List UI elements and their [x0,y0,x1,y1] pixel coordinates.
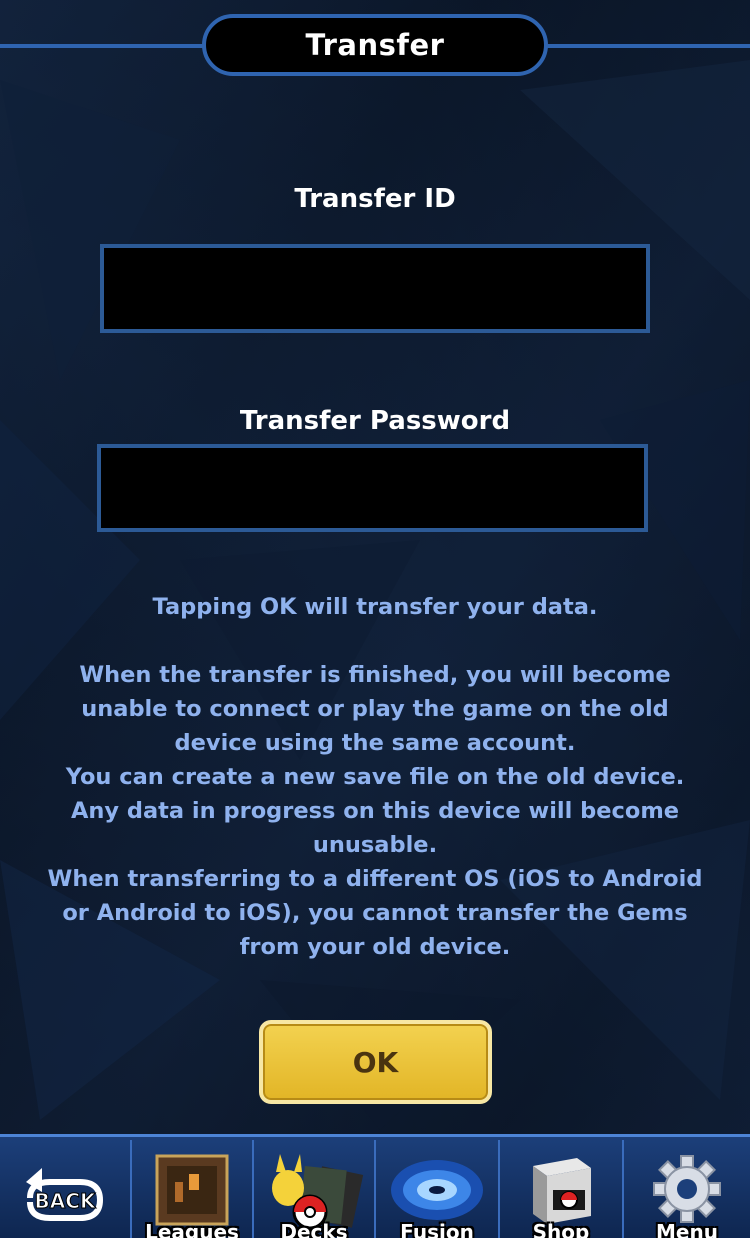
decks-icon [272,1154,364,1230]
nav-fusion-label: Fusion [400,1220,474,1238]
back-label: BACK [35,1189,97,1213]
info-text: Tapping OK will transfer your data. [152,594,598,620]
nav-decks-label: Decks [280,1220,348,1238]
nav-leagues-label: Leagues [145,1220,239,1238]
page-title: Transfer [202,14,548,76]
nav-decks-tab[interactable]: Decks [252,1140,374,1238]
transfer-id-label: Transfer ID [294,184,456,214]
transfer-password-field[interactable] [97,444,648,532]
info-text: When the transfer is finished, you will … [79,662,671,688]
ok-button[interactable]: OK [259,1020,492,1104]
header-rule-left [0,44,206,48]
back-arrow-icon: BACK [26,1168,104,1221]
info-text: from your old device. [239,934,511,960]
transfer-password-label: Transfer Password [239,406,511,436]
nav-menu-label: Menu [656,1220,718,1238]
transfer-id-field[interactable] [100,244,650,333]
nav-shop-tab[interactable]: Shop [498,1140,622,1238]
fusion-vortex-icon [391,1160,483,1220]
nav-back-button[interactable]: BACK [0,1140,130,1238]
info-text: Any data in progress on this device will… [70,798,680,824]
nav-fusion-tab[interactable]: Fusion [374,1140,498,1238]
info-text: When transferring to a different OS (iOS… [47,866,703,892]
info-text: unable to connect or play the game on th… [81,696,669,722]
header-rule-right [544,44,750,48]
info-paragraph: When the transfer is finished, you will … [30,658,720,964]
nav-shop-label: Shop [532,1220,590,1238]
info-line-primary: Tapping OK will transfer your data. [30,590,720,624]
shop-box-icon [533,1158,591,1224]
gear-icon [653,1155,721,1223]
leagues-icon [155,1154,229,1226]
info-text: You can create a new save file on the ol… [65,764,685,790]
info-text: device using the same account. [174,730,576,756]
info-text: or Android to iOS), you cannot transfer … [62,900,688,926]
nav-menu-tab[interactable]: Menu [622,1140,750,1238]
nav-leagues-tab[interactable]: Leagues [130,1140,252,1238]
info-text: unusable. [312,832,438,858]
